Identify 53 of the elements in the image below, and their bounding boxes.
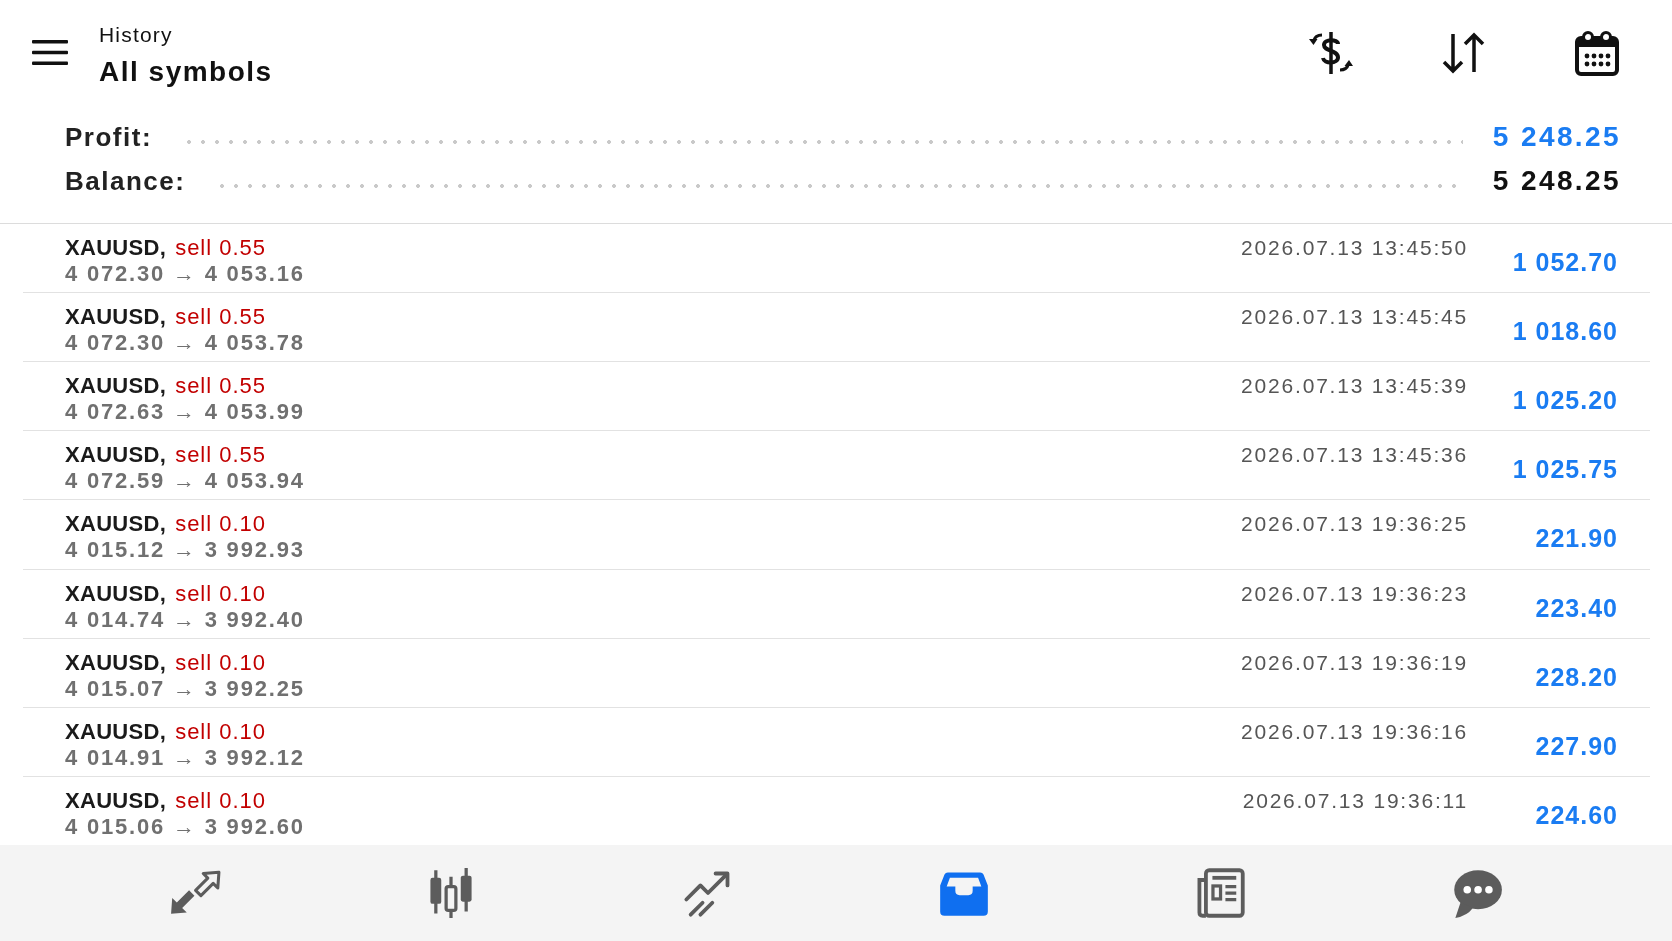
balance-label: Balance: bbox=[65, 164, 186, 198]
deal-time-text: 2026.07.13 19:36:19 bbox=[1241, 649, 1468, 676]
deal-time-text: 2026.07.13 19:36:23 bbox=[1241, 580, 1468, 607]
screen-title: All symbols bbox=[99, 55, 273, 89]
order-type-text: sell 0.10 bbox=[175, 718, 267, 745]
balance-value: 5 248.25 bbox=[1492, 164, 1621, 198]
order-type-text: sell 0.10 bbox=[175, 511, 267, 538]
deal-time-text: 2026.07.13 13:45:36 bbox=[1241, 442, 1468, 469]
price-range-text: 4 072.63 → 4 053.99 bbox=[65, 399, 305, 426]
deal-profit-text: 1 052.70 bbox=[1511, 247, 1618, 277]
profit-label: Profit: bbox=[65, 120, 153, 154]
order-type-text: sell 0.55 bbox=[175, 304, 267, 331]
symbol-text: XAUUSD, bbox=[65, 304, 167, 331]
symbol-text: XAUUSD, bbox=[65, 580, 167, 607]
deal-time-text: 2026.07.13 13:45:45 bbox=[1241, 304, 1468, 331]
price-range-text: 4 072.30 → 4 053.78 bbox=[65, 330, 305, 357]
profit-value: 5 248.25 bbox=[1492, 120, 1621, 154]
order-type-text: sell 0.55 bbox=[175, 235, 267, 261]
order-type-text: sell 0.55 bbox=[175, 442, 267, 469]
deal-time-text: 2026.07.13 19:36:25 bbox=[1241, 511, 1468, 538]
deal-profit-text: 1 018.60 bbox=[1511, 316, 1618, 347]
symbol-text: XAUUSD, bbox=[65, 787, 167, 814]
menu-icon[interactable] bbox=[32, 40, 68, 65]
deal-profit-text: 221.90 bbox=[1534, 523, 1618, 554]
deal-profit-text: 223.40 bbox=[1534, 592, 1618, 623]
deal-profit-text: 1 025.20 bbox=[1511, 385, 1618, 416]
deal-time-text: 2026.07.13 19:36:16 bbox=[1241, 718, 1468, 745]
symbol-text: XAUUSD, bbox=[65, 649, 167, 676]
symbol-text: XAUUSD, bbox=[65, 373, 167, 400]
deal-time-text: 2026.07.13 13:45:39 bbox=[1241, 373, 1468, 400]
price-range-text: 4 014.74 → 3 992.40 bbox=[65, 606, 305, 633]
deal-time-text: 2026.07.13 19:36:11 bbox=[1242, 787, 1468, 814]
symbol-text: XAUUSD, bbox=[65, 718, 167, 745]
deal-profit-text: 1 025.75 bbox=[1511, 454, 1618, 485]
deal-time-text: 2026.07.13 13:45:50 bbox=[1241, 235, 1468, 261]
deal-profit-text: 224.60 bbox=[1534, 799, 1618, 830]
calendar-icon[interactable] bbox=[1573, 28, 1621, 77]
price-range-text: 4 015.06 → 3 992.60 bbox=[65, 813, 305, 840]
order-type-text: sell 0.55 bbox=[175, 373, 267, 400]
order-type-text: sell 0.10 bbox=[175, 787, 267, 814]
deal-profit-text: 227.90 bbox=[1534, 730, 1618, 761]
symbol-text: XAUUSD, bbox=[65, 442, 167, 469]
price-range-text: 4 014.91 → 3 992.12 bbox=[65, 744, 305, 771]
price-range-text: 4 072.30 → 4 053.16 bbox=[65, 261, 305, 287]
deal-profit-text: 228.20 bbox=[1534, 661, 1618, 692]
symbol-text: XAUUSD, bbox=[65, 511, 167, 538]
order-type-text: sell 0.10 bbox=[175, 580, 267, 607]
symbol-text: XAUUSD, bbox=[65, 235, 167, 261]
order-type-text: sell 0.10 bbox=[175, 649, 267, 676]
screen-subtitle: History bbox=[99, 22, 173, 48]
price-range-text: 4 015.07 → 3 992.25 bbox=[65, 675, 305, 702]
price-range-text: 4 015.12 → 3 992.93 bbox=[65, 537, 305, 564]
price-range-text: 4 072.59 → 4 053.94 bbox=[65, 468, 305, 495]
